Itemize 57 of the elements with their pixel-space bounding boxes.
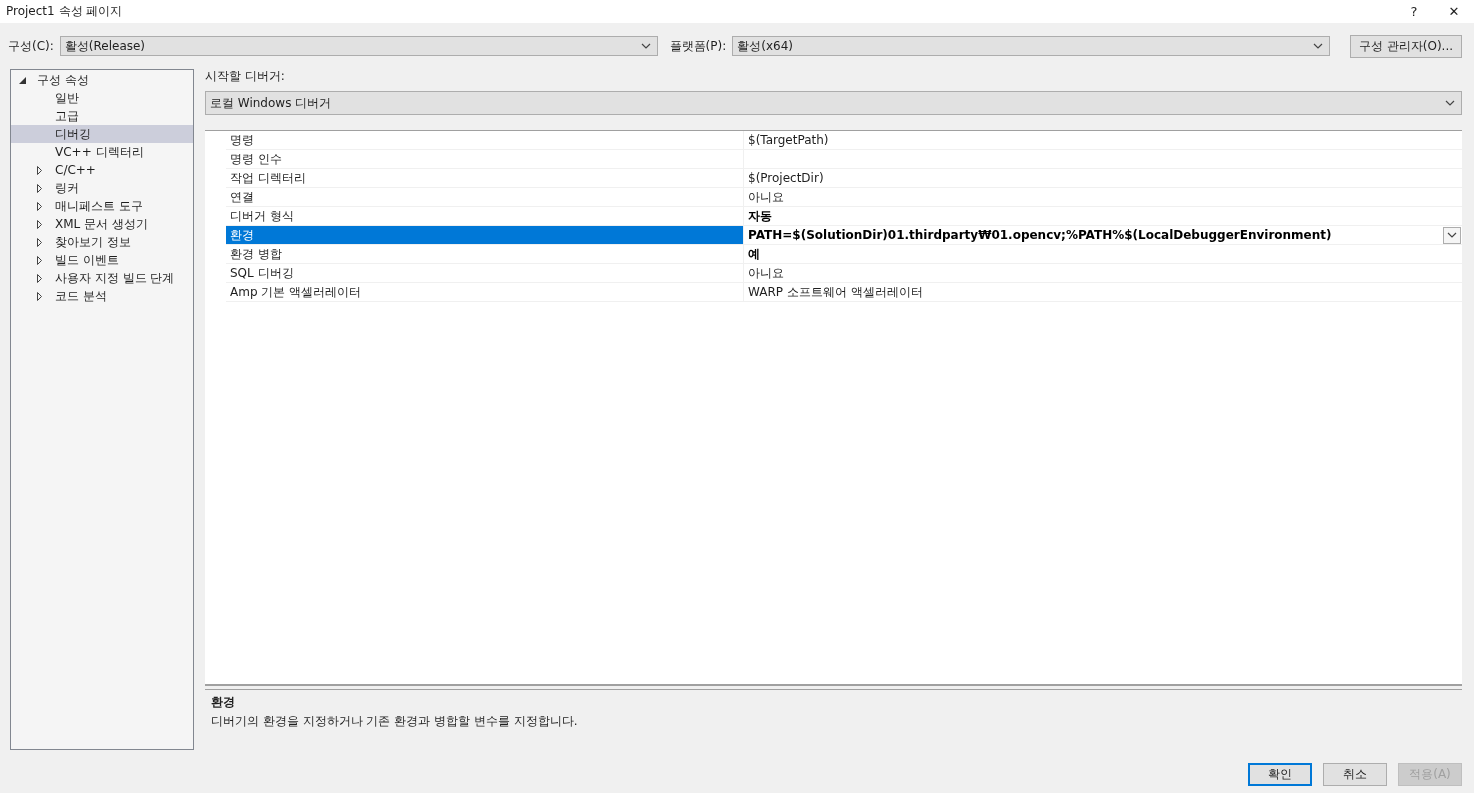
tree-item[interactable]: 링커 <box>11 179 193 197</box>
dialog-button[interactable]: 취소 <box>1323 763 1387 786</box>
value-cell[interactable]: 자동 <box>743 207 1462 226</box>
expanded-triangle-icon <box>19 76 26 84</box>
close-button[interactable]: ✕ <box>1434 4 1474 19</box>
debugger-label: 시작할 디버거: <box>205 69 286 85</box>
tree-item[interactable]: 코드 분석 <box>11 287 193 305</box>
property-name[interactable]: Amp 기본 액셀러레이터 <box>226 283 743 302</box>
value-cell[interactable]: $(ProjectDir) <box>743 169 1462 188</box>
debugger-dropdown[interactable]: 로컬 Windows 디버거 <box>205 91 1462 115</box>
description-text: 디버기의 환경을 지정하거나 기존 환경과 병합할 변수를 지정합니다. <box>211 713 579 730</box>
config-manager-button[interactable]: 구성 관리자(O)... <box>1350 34 1462 58</box>
tree-item[interactable]: XML 문서 생성기 <box>11 215 193 233</box>
tree-item[interactable]: 일반 <box>11 89 193 107</box>
property-name[interactable]: 명령 <box>226 131 743 150</box>
value-cell[interactable]: WARP 소프트웨어 액셀러레이터 <box>743 283 1462 302</box>
chevron-down-icon <box>640 43 651 49</box>
chevron-down-icon <box>1313 43 1324 49</box>
property-value: $(TargetPath) <box>748 133 829 147</box>
description-title: 환경 <box>211 694 236 711</box>
property-value: 자동 <box>748 207 772 225</box>
tree-item[interactable]: 고급 <box>11 107 193 125</box>
property-name[interactable]: 연결 <box>226 188 743 207</box>
property-value: $(ProjectDir) <box>748 171 824 185</box>
property-value: WARP 소프트웨어 액셀러레이터 <box>748 283 923 301</box>
property-value: 아니요 <box>748 188 784 206</box>
config-label: 구성(C): <box>8 37 54 55</box>
property-value: PATH=$(SolutionDir)01.thirdparty₩01.opencv;%PATH%$(LocalDebuggerEnvironment) <box>748 228 1332 242</box>
value-cell[interactable]: $(TargetPath) <box>743 131 1462 150</box>
property-name[interactable]: 환경 <box>226 226 743 245</box>
property-name[interactable]: 환경 병합 <box>226 245 743 264</box>
tree-item[interactable]: VC++ 디렉터리 <box>11 143 193 161</box>
tree-item[interactable]: 구성 속성 <box>11 71 193 89</box>
value-dropdown-button[interactable] <box>1443 226 1461 244</box>
property-name[interactable]: SQL 디버깅 <box>226 264 743 283</box>
chevron-down-icon <box>1447 232 1457 238</box>
tree-item[interactable]: C/C++ <box>11 161 193 179</box>
platform-dropdown[interactable]: 활성(x64) <box>732 36 1331 56</box>
value-cell[interactable]: 아니요 <box>743 264 1462 283</box>
window-title: Project1 속성 페이지 <box>6 3 124 20</box>
tree-item[interactable]: 사용자 지정 빌드 단계 <box>11 269 193 287</box>
value-cell[interactable]: 아니요 <box>743 188 1462 207</box>
chevron-down-icon <box>1445 100 1455 106</box>
tree-item[interactable]: 디버깅 <box>11 125 193 143</box>
tree-item[interactable]: 빌드 이벤트 <box>11 251 193 269</box>
property-name[interactable]: 명령 인수 <box>226 150 743 169</box>
tree-item[interactable]: 찾아보기 정보 <box>11 233 193 251</box>
property-value: 예 <box>748 245 760 263</box>
dialog-button[interactable]: 확인 <box>1248 763 1312 786</box>
config-dropdown[interactable]: 활성(Release) <box>59 36 658 56</box>
value-cell[interactable]: PATH=$(SolutionDir)01.thirdparty₩01.opencv;%PATH%$(LocalDebuggerEnvironment) <box>743 226 1462 245</box>
property-name[interactable]: 작업 디렉터리 <box>226 169 743 188</box>
help-button[interactable]: ? <box>1394 4 1434 19</box>
property-value: 아니요 <box>748 264 784 282</box>
platform-label: 플랫폼(P): <box>669 37 727 55</box>
tree-item[interactable]: 매니페스트 도구 <box>11 197 193 215</box>
value-cell[interactable]: 예 <box>743 245 1462 264</box>
